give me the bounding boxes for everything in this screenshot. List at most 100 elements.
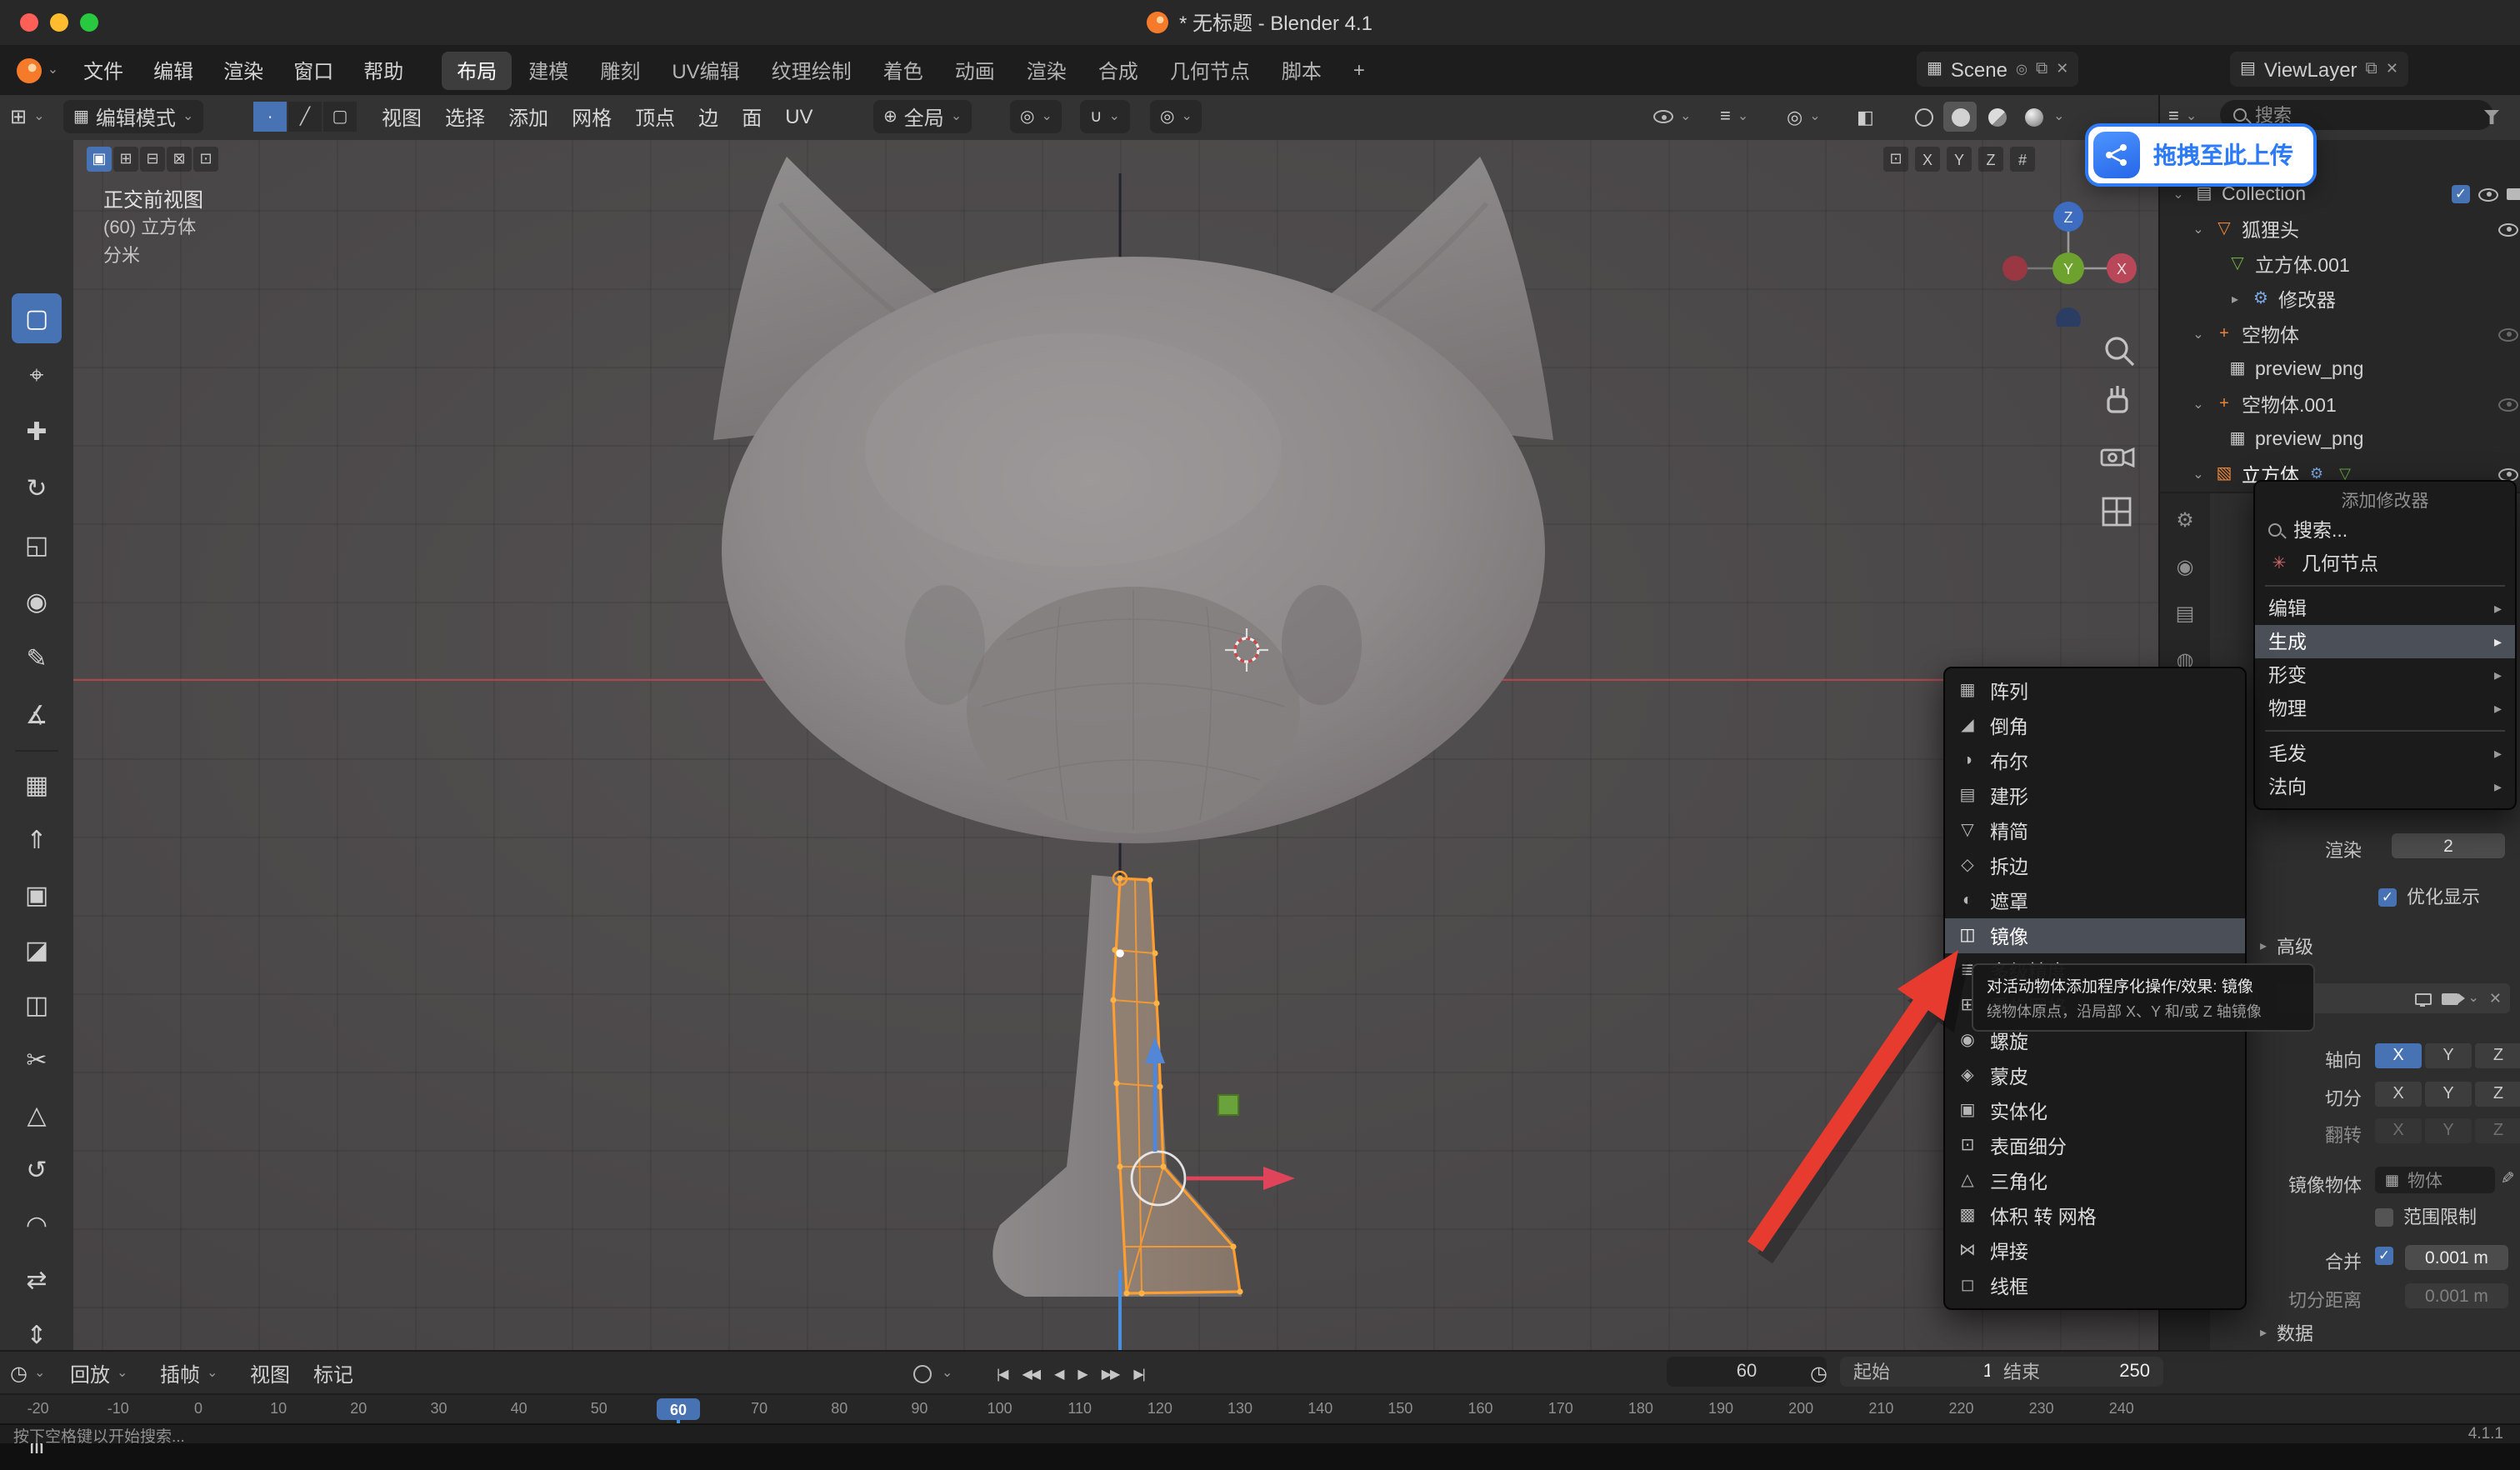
solid-shading-button[interactable] <box>1943 102 1977 132</box>
tool-add-cube[interactable]: ▦ <box>12 760 62 810</box>
merge-threshold-field[interactable]: 0.001 m <box>2405 1245 2508 1270</box>
submenu-item-decimate[interactable]: ▽精简 <box>1945 813 2245 848</box>
menu-file[interactable]: 文件 <box>68 45 138 95</box>
pan-hand-icon[interactable] <box>2108 386 2127 412</box>
zoom-icon[interactable] <box>2107 338 2133 365</box>
delete-viewlayer-icon[interactable]: ✕ <box>2386 62 2398 77</box>
outliner-row-foxhead[interactable]: ⌄ ▽ 狐狸头 <box>2160 212 2520 247</box>
workspace-tab-modeling[interactable]: 建模 <box>513 51 583 89</box>
hide-eye-icon[interactable] <box>2498 468 2518 481</box>
proportional-edit-toggle[interactable]: ◎⌄ <box>1150 100 1202 133</box>
fox-head-model[interactable] <box>713 157 1553 843</box>
workspace-tab-uv[interactable]: UV编辑 <box>657 51 754 89</box>
bisect-x-toggle[interactable]: X <box>2375 1082 2422 1107</box>
submenu-item-mirror[interactable]: ◫镜像 <box>1945 918 2245 953</box>
select-mode-new-button[interactable]: ▣ <box>87 147 112 172</box>
jump-to-start-button[interactable]: |◀ <box>997 1366 1007 1381</box>
hide-eye-icon[interactable] <box>2498 398 2518 411</box>
toggle-grid-icon[interactable] <box>2103 498 2130 525</box>
workspace-tab-compositing[interactable]: 合成 <box>1083 51 1153 89</box>
hide-eye-icon[interactable] <box>2478 188 2498 201</box>
tool-smooth[interactable]: ◠ <box>12 1200 62 1250</box>
gizmos-dropdown[interactable]: ≡⌄ <box>1720 100 1748 133</box>
add-workspace-button[interactable]: + <box>1338 53 1380 87</box>
use-preview-range-icon[interactable]: ◷ <box>1810 1357 1828 1390</box>
play-reverse-button[interactable]: ◀ <box>1054 1366 1062 1381</box>
workspace-tab-texture-paint[interactable]: 纹理绘制 <box>757 51 867 89</box>
remove-modifier-icon[interactable]: ✕ <box>2489 991 2502 1006</box>
flip-z-toggle[interactable]: Z <box>2475 1118 2520 1143</box>
grid-icon[interactable]: # <box>2010 147 2035 172</box>
outliner-row-modifiers[interactable]: ▸ ⚙ 修改器 <box>2160 282 2520 317</box>
axis-y-toggle[interactable]: Y <box>2425 1043 2472 1068</box>
clipping-checkbox[interactable] <box>2375 1208 2393 1226</box>
workspace-tab-rendering[interactable]: 渲染 <box>1012 51 1082 89</box>
workspace-tab-geometry-nodes[interactable]: 几何节点 <box>1155 51 1265 89</box>
menu-vertex[interactable]: 顶点 <box>623 102 687 131</box>
edge-select-mode-button[interactable]: ╱ <box>288 102 322 132</box>
vertex-select-mode-button[interactable]: ∙ <box>253 102 287 132</box>
mirror-object-field[interactable]: ▦ 物体 <box>2375 1167 2495 1193</box>
menu-select[interactable]: 选择 <box>433 102 497 131</box>
face-select-mode-button[interactable]: ▢ <box>323 102 357 132</box>
minimize-window-button[interactable] <box>50 13 68 32</box>
menu-view[interactable]: 视图 <box>370 102 433 131</box>
submenu-item-array[interactable]: ▦阵列 <box>1945 673 2245 708</box>
tab-render[interactable]: ◉ <box>2165 547 2205 587</box>
submenu-item-build[interactable]: ▤建形 <box>1945 778 2245 813</box>
copy-scene-icon[interactable]: ⧉ <box>2036 61 2048 78</box>
menu-render[interactable]: 渲染 <box>208 45 278 95</box>
display-viewport-icon[interactable] <box>2415 992 2432 1004</box>
xray-toggle[interactable]: ◧ <box>1857 100 1874 133</box>
workspace-tab-shading[interactable]: 着色 <box>868 51 938 89</box>
tool-spin[interactable]: ↺ <box>12 1145 62 1195</box>
menu-mesh[interactable]: 网格 <box>560 102 623 131</box>
leg-mesh[interactable] <box>992 872 1295 1297</box>
menu-item-edit[interactable]: 编辑▸ <box>2255 592 2515 625</box>
outliner-row-empty001[interactable]: ⌄ + 空物体.001 <box>2160 387 2520 422</box>
editor-type-dropdown[interactable]: ⊞⌄ <box>10 100 45 133</box>
tool-cursor[interactable]: ⌖ <box>12 350 62 400</box>
hide-eye-icon[interactable] <box>2498 222 2518 236</box>
pivot-point-dropdown[interactable]: ◎⌄ <box>1010 100 1062 133</box>
overlays-dropdown[interactable]: ◎⌄ <box>1787 100 1821 133</box>
tool-move[interactable]: ✚ <box>12 407 62 457</box>
tool-transform[interactable]: ◉ <box>12 577 62 627</box>
transform-orientation-dropdown[interactable]: ⊕ 全局 ⌄ <box>873 100 972 133</box>
submenu-item-triangulate[interactable]: △三角化 <box>1945 1163 2245 1198</box>
submenu-item-mask[interactable]: ◐遮罩 <box>1945 883 2245 918</box>
menu-help[interactable]: 帮助 <box>348 45 418 95</box>
tool-select-box[interactable]: ▢ <box>12 293 62 343</box>
submenu-item-edge-split[interactable]: ◇拆边 <box>1945 848 2245 883</box>
material-shading-button[interactable] <box>1980 102 2013 132</box>
menu-edge[interactable]: 边 <box>687 102 730 131</box>
jump-to-end-button[interactable]: ▶| <box>1133 1366 1143 1381</box>
bisect-distance-field[interactable]: 0.001 m <box>2405 1283 2508 1308</box>
submenu-item-wireframe[interactable]: ◻线框 <box>1945 1268 2245 1303</box>
outliner-row-cube001[interactable]: ▽ 立方体.001 <box>2160 247 2520 282</box>
frame-end-field[interactable]: 结束250 <box>1990 1357 2163 1387</box>
bisect-y-toggle[interactable]: Y <box>2425 1082 2472 1107</box>
menu-face[interactable]: 面 <box>730 102 773 131</box>
tool-edge-slide[interactable]: ⇄ <box>12 1255 62 1305</box>
timeline-ruler[interactable]: -20-100102030405070809010011012013014015… <box>0 1393 2520 1425</box>
tool-poly-build[interactable]: △ <box>12 1090 62 1140</box>
outliner-row-preview-png2[interactable]: ▦ preview_png <box>2160 422 2520 457</box>
wireframe-shading-button[interactable] <box>1907 102 1940 132</box>
workspace-tab-animation[interactable]: 动画 <box>940 51 1010 89</box>
playhead-marker[interactable]: 60 <box>657 1398 700 1420</box>
workspace-tab-layout[interactable]: 布局 <box>442 51 512 89</box>
select-mode-intersect-button[interactable]: ⊡ <box>193 147 218 172</box>
modifier-extras-icon[interactable]: ⌄ <box>2468 992 2479 1005</box>
next-keyframe-button[interactable]: ▶▶ <box>1102 1366 1119 1381</box>
axis-x-toggle[interactable]: X <box>2375 1043 2422 1068</box>
marker-menu[interactable]: 标记 <box>313 1357 353 1390</box>
frame-start-field[interactable]: 起始1 <box>1840 1357 2007 1387</box>
rendered-shading-button[interactable] <box>2017 102 2050 132</box>
snap-toggle[interactable]: ∪⌄ <box>1080 100 1130 133</box>
scene-selector[interactable]: ▦ Scene ◎ ⧉ ✕ <box>1917 52 2078 87</box>
flip-x-toggle[interactable]: X <box>2375 1118 2422 1143</box>
tab-output[interactable]: ▤ <box>2165 593 2205 633</box>
eyedropper-icon[interactable]: ✎ <box>2496 1171 2514 1185</box>
workspace-tab-scripting[interactable]: 脚本 <box>1267 51 1337 89</box>
